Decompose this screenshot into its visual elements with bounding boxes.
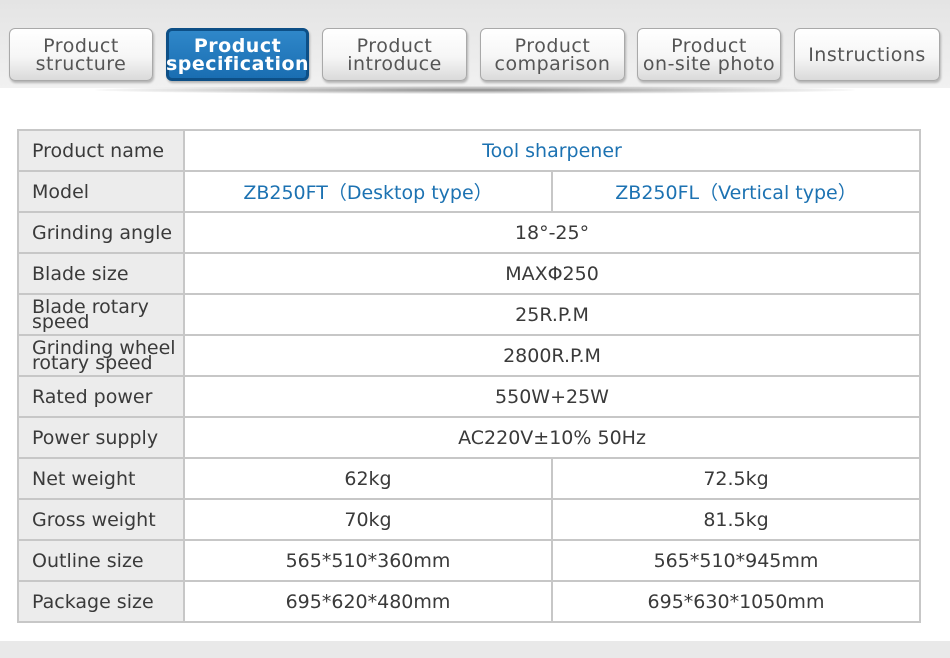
- spec-label: Grinding angle: [17, 211, 185, 254]
- spec-value: AC220V±10% 50Hz: [182, 416, 922, 459]
- spec-value-a: 70kg: [183, 498, 553, 541]
- spec-value-a: 695*620*480mm: [183, 580, 553, 623]
- bottom-band: [0, 641, 950, 658]
- table-row: Product name Tool sharpener: [17, 129, 922, 172]
- spec-value: Tool sharpener: [182, 129, 922, 172]
- tab-bar: Product structure Product specification …: [0, 0, 950, 88]
- tab-instructions[interactable]: Instructions: [794, 28, 940, 81]
- tab-product-on-site-photo[interactable]: Product on-site photo: [637, 28, 781, 81]
- table-row: Net weight 62kg 72.5kg: [17, 457, 922, 500]
- spec-value-b: 565*510*945mm: [550, 539, 922, 582]
- spec-value-model-b: ZB250FL（Vertical type）: [550, 170, 922, 213]
- tab-product-introduce[interactable]: Product introduce: [322, 28, 467, 81]
- table-row: Blade rotary speed 25R.P.M: [17, 293, 922, 336]
- table-row: Package size 695*620*480mm 695*630*1050m…: [17, 580, 922, 623]
- spec-label: Blade rotary speed: [17, 293, 185, 336]
- spec-value-a: 565*510*360mm: [183, 539, 553, 582]
- tab-label-line1: Product: [671, 34, 747, 57]
- spec-value: 25R.P.M: [182, 293, 922, 336]
- spec-value-b: 72.5kg: [550, 457, 922, 500]
- table-row: Blade size MAXΦ250: [17, 252, 922, 295]
- spec-label: Power supply: [17, 416, 185, 459]
- table-row: Grinding angle 18°-25°: [17, 211, 922, 254]
- tab-bar-shadow: [95, 86, 855, 94]
- tab-label: Instructions: [808, 43, 926, 66]
- spec-label: Blade size: [17, 252, 185, 295]
- spec-value-model-a: ZB250FT（Desktop type）: [183, 170, 553, 213]
- spec-label: Outline size: [17, 539, 185, 582]
- tab-label-line2: structure: [35, 52, 127, 75]
- table-row: Outline size 565*510*360mm 565*510*945mm: [17, 539, 922, 582]
- tab-product-comparison[interactable]: Product comparison: [480, 28, 625, 81]
- spec-label: Model: [17, 170, 185, 213]
- tab-label-line2: specification: [165, 52, 310, 75]
- spec-label: Grinding wheel rotary speed: [17, 334, 185, 377]
- table-row: Gross weight 70kg 81.5kg: [17, 498, 922, 541]
- tab-label-line2: comparison: [494, 52, 611, 75]
- tab-label-line1: Product: [514, 34, 591, 57]
- spec-label: Package size: [17, 580, 185, 623]
- table-row: Power supply AC220V±10% 50Hz: [17, 416, 922, 459]
- spec-table: Product name Tool sharpener Model ZB250F…: [17, 129, 922, 623]
- tab-label-line2: introduce: [347, 52, 442, 75]
- spec-value: MAXΦ250: [182, 252, 922, 295]
- spec-value: 2800R.P.M: [182, 334, 922, 377]
- tab-label-line1: Product: [193, 34, 282, 57]
- spec-label: Product name: [17, 129, 185, 172]
- table-row: Grinding wheel rotary speed 2800R.P.M: [17, 334, 922, 377]
- tab-label-line1: Product: [356, 34, 433, 57]
- tab-label-line2: on-site photo: [642, 52, 776, 75]
- spec-label: Gross weight: [17, 498, 185, 541]
- tab-label-line1: Product: [43, 34, 119, 57]
- tab-product-specification[interactable]: Product specification: [166, 28, 309, 81]
- spec-value-a: 62kg: [183, 457, 553, 500]
- table-row: Rated power 550W+25W: [17, 375, 922, 418]
- spec-value-b: 695*630*1050mm: [550, 580, 922, 623]
- spec-value: 550W+25W: [182, 375, 922, 418]
- spec-value: 18°-25°: [182, 211, 922, 254]
- tab-product-structure[interactable]: Product structure: [9, 28, 153, 81]
- table-row: Model ZB250FT（Desktop type） ZB250FL（Vert…: [17, 170, 922, 213]
- spec-label: Net weight: [17, 457, 185, 500]
- spec-value-b: 81.5kg: [550, 498, 922, 541]
- spec-label: Rated power: [17, 375, 185, 418]
